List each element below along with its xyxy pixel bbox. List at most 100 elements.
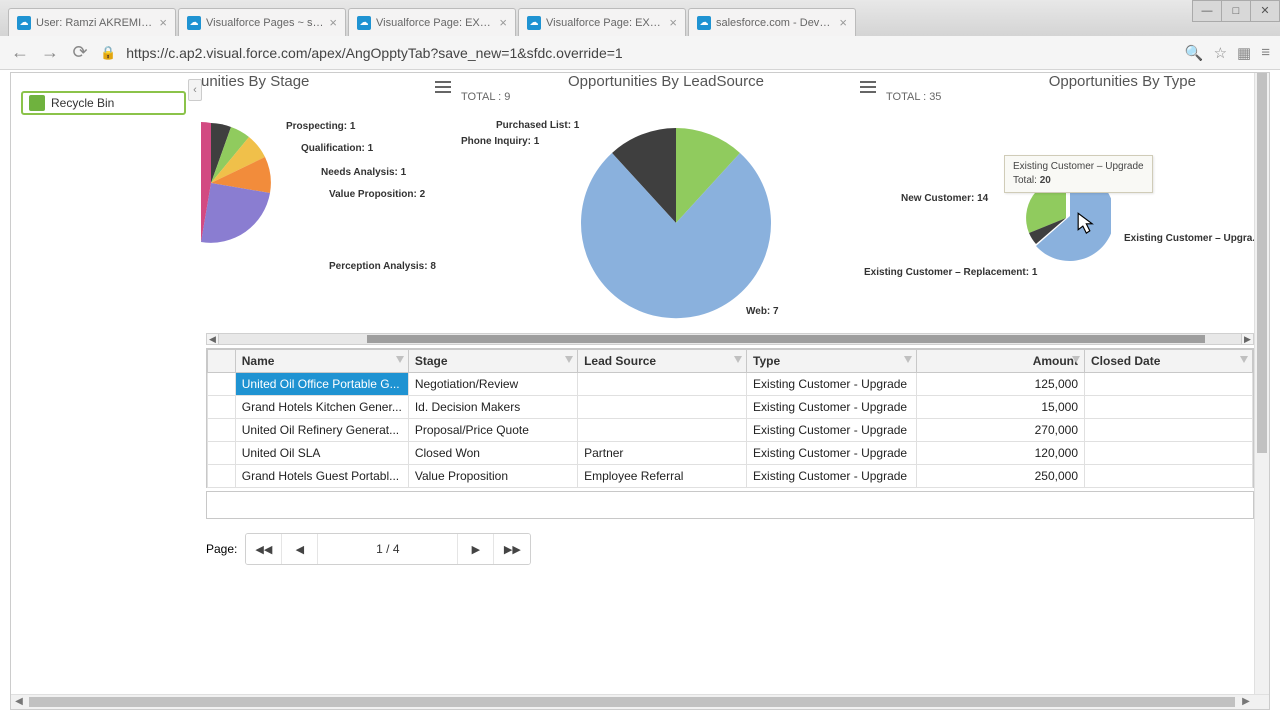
- tab-close-icon[interactable]: ×: [329, 16, 337, 29]
- cell-stage[interactable]: Closed Won: [408, 442, 577, 465]
- cell-type[interactable]: Existing Customer - Upgrade: [747, 396, 917, 419]
- scroll-left-arrow[interactable]: ◀: [11, 695, 27, 709]
- cell-name[interactable]: Grand Hotels Guest Portabl...: [235, 465, 408, 488]
- cell-closed[interactable]: [1085, 396, 1253, 419]
- filter-icon[interactable]: [734, 356, 742, 363]
- browser-tab[interactable]: ☁ Visualforce Page: EX11An... ×: [518, 8, 686, 36]
- col-closed[interactable]: Closed Date: [1085, 350, 1253, 373]
- scroll-thumb[interactable]: [1257, 73, 1267, 453]
- row-selector[interactable]: [208, 373, 236, 396]
- cell-name[interactable]: Grand Hotels Kitchen Gener...: [235, 396, 408, 419]
- forward-button[interactable]: →: [40, 42, 60, 63]
- cell-lead[interactable]: [578, 373, 747, 396]
- pager-last-button[interactable]: ▶▶: [494, 534, 530, 564]
- cell-name[interactable]: United Oil Refinery Generat...: [235, 419, 408, 442]
- search-icon[interactable]: 🔍: [1185, 44, 1204, 62]
- address-bar[interactable]: https://c.ap2.visual.force.com/apex/AngO…: [126, 45, 1175, 61]
- table-row[interactable]: Grand Hotels Kitchen Gener...Id. Decisio…: [208, 396, 1253, 419]
- table-row[interactable]: United Oil Office Portable G...Negotiati…: [208, 373, 1253, 396]
- row-selector[interactable]: [208, 465, 236, 488]
- cell-type[interactable]: Existing Customer - Upgrade: [747, 442, 917, 465]
- cell-amount[interactable]: 15,000: [916, 396, 1084, 419]
- scroll-left-arrow[interactable]: ◀: [207, 334, 219, 344]
- cell-amount[interactable]: 125,000: [916, 373, 1084, 396]
- chart-by-leadsource: Opportunities By LeadSource TOTAL : 9 Pu…: [456, 73, 876, 393]
- scroll-right-arrow[interactable]: ▶: [1241, 334, 1253, 344]
- cell-type[interactable]: Existing Customer - Upgrade: [747, 373, 917, 396]
- filter-icon[interactable]: [565, 356, 573, 363]
- pie-label: Web: 7: [746, 306, 779, 317]
- sidebar-collapse-handle[interactable]: ‹: [188, 79, 202, 101]
- back-button[interactable]: ←: [10, 42, 30, 63]
- row-selector[interactable]: [208, 419, 236, 442]
- window-horizontal-scrollbar[interactable]: ◀ ▶: [11, 694, 1269, 709]
- chart-menu-icon[interactable]: [435, 81, 451, 93]
- col-stage[interactable]: Stage: [408, 350, 577, 373]
- cell-closed[interactable]: [1085, 442, 1253, 465]
- recycle-bin-link[interactable]: Recycle Bin: [21, 91, 186, 115]
- pie-stage[interactable]: [201, 113, 281, 253]
- table-row[interactable]: United Oil SLAClosed WonPartnerExisting …: [208, 442, 1253, 465]
- minimize-button[interactable]: —: [1192, 0, 1222, 22]
- cell-name[interactable]: United Oil Office Portable G...: [235, 373, 408, 396]
- chart-menu-icon[interactable]: [860, 81, 876, 93]
- pager-prev-button[interactable]: ◀: [282, 534, 318, 564]
- reload-button[interactable]: ⟳: [70, 42, 90, 63]
- filter-icon[interactable]: [1240, 356, 1248, 363]
- scroll-right-arrow[interactable]: ▶: [1238, 695, 1254, 709]
- pie-label: Value Proposition: 2: [329, 189, 425, 200]
- cell-lead[interactable]: Partner: [578, 442, 747, 465]
- filter-icon[interactable]: [396, 356, 404, 363]
- cell-amount[interactable]: 120,000: [916, 442, 1084, 465]
- cell-type[interactable]: Existing Customer - Upgrade: [747, 419, 917, 442]
- col-lead[interactable]: Lead Source: [578, 350, 747, 373]
- page-viewport: Recycle Bin ‹ unities By Stage Prospecti…: [10, 72, 1270, 710]
- col-amount[interactable]: Amount: [916, 350, 1084, 373]
- cell-stage[interactable]: Value Proposition: [408, 465, 577, 488]
- maximize-button[interactable]: □: [1221, 0, 1251, 22]
- cell-stage[interactable]: Proposal/Price Quote: [408, 419, 577, 442]
- menu-icon[interactable]: ≡: [1261, 44, 1270, 61]
- scroll-thumb[interactable]: [29, 697, 1235, 707]
- browser-tab[interactable]: ☁ Visualforce Page: EX11An... ×: [348, 8, 516, 36]
- filter-icon[interactable]: [1072, 356, 1080, 363]
- vertical-scrollbar[interactable]: [1254, 73, 1269, 709]
- browser-tab[interactable]: ☁ Visualforce Pages ~ sales... ×: [178, 8, 346, 36]
- cell-closed[interactable]: [1085, 465, 1253, 488]
- col-type[interactable]: Type: [747, 350, 917, 373]
- filter-icon[interactable]: [904, 356, 912, 363]
- cell-lead[interactable]: [578, 396, 747, 419]
- tab-close-icon[interactable]: ×: [839, 16, 847, 29]
- tab-close-icon[interactable]: ×: [159, 16, 167, 29]
- row-selector[interactable]: [208, 442, 236, 465]
- pie-leadsource[interactable]: [566, 108, 786, 328]
- table-row[interactable]: United Oil Refinery Generat...Proposal/P…: [208, 419, 1253, 442]
- table-row[interactable]: Grand Hotels Guest Portabl...Value Propo…: [208, 465, 1253, 488]
- pager-first-button[interactable]: ◀◀: [246, 534, 282, 564]
- extension-icon[interactable]: ▦: [1237, 44, 1251, 62]
- cell-name[interactable]: United Oil SLA: [235, 442, 408, 465]
- cell-amount[interactable]: 250,000: [916, 465, 1084, 488]
- col-name[interactable]: Name: [235, 350, 408, 373]
- row-selector-header[interactable]: [208, 350, 236, 373]
- cell-stage[interactable]: Negotiation/Review: [408, 373, 577, 396]
- chart-horizontal-scrollbar[interactable]: ◀ ▶: [206, 333, 1254, 345]
- browser-tab[interactable]: ☁ User: Ramzi AKREMI ~ sal... ×: [8, 8, 176, 36]
- tab-close-icon[interactable]: ×: [669, 16, 677, 29]
- tab-label: salesforce.com - Develope...: [716, 17, 834, 29]
- cell-closed[interactable]: [1085, 373, 1253, 396]
- pager-next-button[interactable]: ▶: [458, 534, 494, 564]
- close-button[interactable]: ✕: [1250, 0, 1280, 22]
- cell-lead[interactable]: Employee Referral: [578, 465, 747, 488]
- tab-close-icon[interactable]: ×: [499, 16, 507, 29]
- cell-type[interactable]: Existing Customer - Upgrade: [747, 465, 917, 488]
- cell-amount[interactable]: 270,000: [916, 419, 1084, 442]
- bookmark-icon[interactable]: ☆: [1214, 44, 1227, 62]
- row-selector[interactable]: [208, 396, 236, 419]
- browser-tab[interactable]: ☁ salesforce.com - Develope... ×: [688, 8, 856, 36]
- pie-label: Purchased List: 1: [496, 120, 579, 131]
- cell-lead[interactable]: [578, 419, 747, 442]
- cell-stage[interactable]: Id. Decision Makers: [408, 396, 577, 419]
- cell-closed[interactable]: [1085, 419, 1253, 442]
- scroll-thumb[interactable]: [367, 335, 1205, 343]
